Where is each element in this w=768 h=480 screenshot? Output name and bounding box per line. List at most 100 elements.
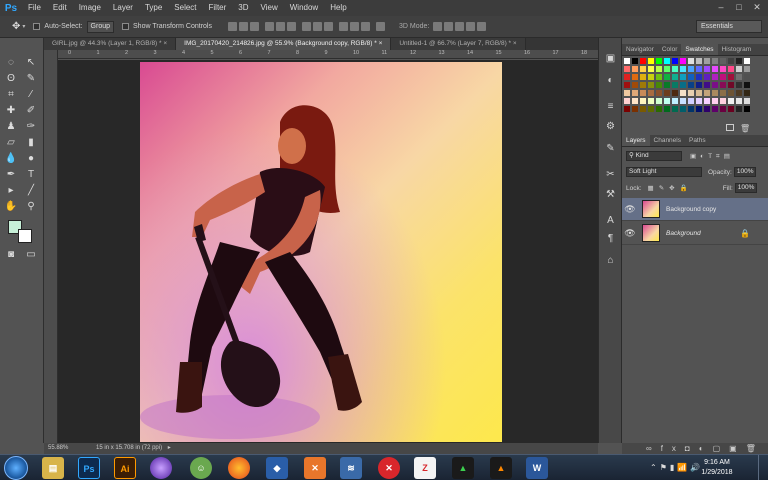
swatch[interactable]	[664, 74, 670, 80]
fill-input[interactable]: 100%	[734, 183, 757, 193]
swatch[interactable]	[640, 90, 646, 96]
swatch[interactable]	[656, 58, 662, 64]
swatch[interactable]	[736, 90, 742, 96]
swatch[interactable]	[624, 90, 630, 96]
healing-brush-icon[interactable]: ✚	[4, 104, 18, 118]
opacity-input[interactable]: 100%	[733, 167, 756, 177]
swatch[interactable]	[664, 98, 670, 104]
layer-row-background[interactable]: 👁 Background 🔒	[622, 222, 768, 245]
tab-girl[interactable]: GIRL.jpg @ 44.3% (Layer 1, RGB/8) * ×	[44, 38, 177, 50]
dodge-tool-icon[interactable]: ●	[24, 152, 38, 166]
path-selection-icon[interactable]: ▸	[4, 184, 18, 198]
layer-filter-icons[interactable]: ▣◐T⌗▤	[690, 152, 734, 161]
swatch[interactable]	[744, 74, 750, 80]
line-tool-icon[interactable]: ╱	[24, 184, 38, 198]
illustrator-taskbar-icon[interactable]: Ai	[114, 457, 136, 479]
swatch[interactable]	[624, 66, 630, 72]
swatch[interactable]	[648, 66, 654, 72]
swatch[interactable]	[688, 58, 694, 64]
system-clock[interactable]: 9:16 AM 1/29/2018	[692, 458, 742, 478]
swatch[interactable]	[744, 58, 750, 64]
swatch[interactable]	[736, 106, 742, 112]
swatch[interactable]	[624, 98, 630, 104]
gradient-tool-icon[interactable]: ▮	[24, 136, 38, 150]
auto-align-icon[interactable]	[376, 22, 385, 31]
tab-color[interactable]: Color	[658, 44, 682, 55]
swatch[interactable]	[656, 66, 662, 72]
swatch[interactable]	[728, 82, 734, 88]
layer-actions-icons[interactable]: ∞fx◘◐▢▣🗑	[646, 443, 765, 454]
swatch[interactable]	[656, 106, 662, 112]
swatch[interactable]	[744, 106, 750, 112]
character-panel-icon[interactable]: A	[604, 214, 617, 227]
3d-slide-icon[interactable]	[466, 22, 476, 31]
swatch[interactable]	[648, 58, 654, 64]
swatch[interactable]	[624, 82, 630, 88]
swatch[interactable]	[720, 98, 726, 104]
hand-tool-icon[interactable]: ✋	[4, 200, 18, 214]
chevron-right-icon[interactable]: ▸	[168, 445, 171, 451]
align-left-icon[interactable]	[265, 22, 274, 31]
swatch[interactable]	[712, 106, 718, 112]
swatch[interactable]	[704, 98, 710, 104]
swatch[interactable]	[672, 106, 678, 112]
tab-histogram[interactable]: Histogram	[718, 44, 756, 55]
swatch[interactable]	[680, 74, 686, 80]
swatch[interactable]	[680, 58, 686, 64]
menu-file[interactable]: File	[22, 0, 47, 16]
menu-3d[interactable]: 3D	[232, 0, 254, 16]
swatch[interactable]	[744, 82, 750, 88]
swatch[interactable]	[696, 98, 702, 104]
3d-scale-icon[interactable]	[477, 22, 487, 31]
3d-panel-icon[interactable]: ⌂	[604, 254, 617, 267]
align-bottom-icon[interactable]	[250, 22, 259, 31]
swatch[interactable]	[640, 74, 646, 80]
align-top-icon[interactable]	[228, 22, 237, 31]
photoshop-taskbar-icon[interactable]: Ps	[78, 457, 100, 479]
marquee-tool-icon[interactable]: ◌	[4, 56, 18, 70]
eraser-tool-icon[interactable]: ▱	[4, 136, 18, 150]
distribute-top-icon[interactable]	[302, 22, 311, 31]
virtualbox-icon[interactable]: ◆	[266, 457, 288, 479]
firefox-icon[interactable]	[228, 457, 250, 479]
start-button[interactable]	[4, 456, 28, 480]
blend-mode-dropdown[interactable]: Soft Light	[626, 167, 702, 177]
file-explorer-icon[interactable]: ▤	[42, 457, 64, 479]
auto-select-dropdown[interactable]: Group	[86, 20, 115, 33]
swatch[interactable]	[664, 106, 670, 112]
distribute-hcenter-icon[interactable]	[350, 22, 359, 31]
swatch[interactable]	[704, 58, 710, 64]
swatch[interactable]	[640, 106, 646, 112]
distribute-left-icon[interactable]	[339, 22, 348, 31]
swatch[interactable]	[696, 74, 702, 80]
word-icon[interactable]: W	[526, 457, 548, 479]
swatch[interactable]	[736, 58, 742, 64]
swatch[interactable]	[656, 90, 662, 96]
swatch[interactable]	[680, 82, 686, 88]
swatch[interactable]	[696, 90, 702, 96]
quick-selection-icon[interactable]: ✎	[24, 72, 38, 86]
history-panel-icon[interactable]: ▣	[604, 52, 617, 65]
swatch[interactable]	[648, 74, 654, 80]
move-tool-icon[interactable]: ↖	[24, 56, 38, 70]
swatch[interactable]	[736, 66, 742, 72]
distribute-bottom-icon[interactable]	[324, 22, 333, 31]
swatch[interactable]	[712, 98, 718, 104]
vlc-icon[interactable]: ▲	[490, 457, 512, 479]
swatch[interactable]	[712, 82, 718, 88]
menu-help[interactable]: Help	[324, 0, 352, 16]
swatch[interactable]	[696, 82, 702, 88]
swatch[interactable]	[664, 82, 670, 88]
color-panel-icon[interactable]: ◐	[604, 74, 617, 87]
swatch[interactable]	[720, 82, 726, 88]
zoom-tool-icon[interactable]: ⚲	[24, 200, 38, 214]
swatch[interactable]	[704, 66, 710, 72]
menu-select[interactable]: Select	[168, 0, 202, 16]
close-app-icon[interactable]: ✕	[378, 457, 400, 479]
screen-mode-icon[interactable]: ▭	[24, 248, 38, 262]
swatch[interactable]	[712, 58, 718, 64]
trash-icon[interactable]: 🗑	[740, 124, 750, 133]
brush-presets-icon[interactable]: ✎	[604, 142, 617, 155]
type-tool-icon[interactable]: T	[24, 168, 38, 182]
tab-swatches[interactable]: Swatches	[681, 44, 718, 55]
